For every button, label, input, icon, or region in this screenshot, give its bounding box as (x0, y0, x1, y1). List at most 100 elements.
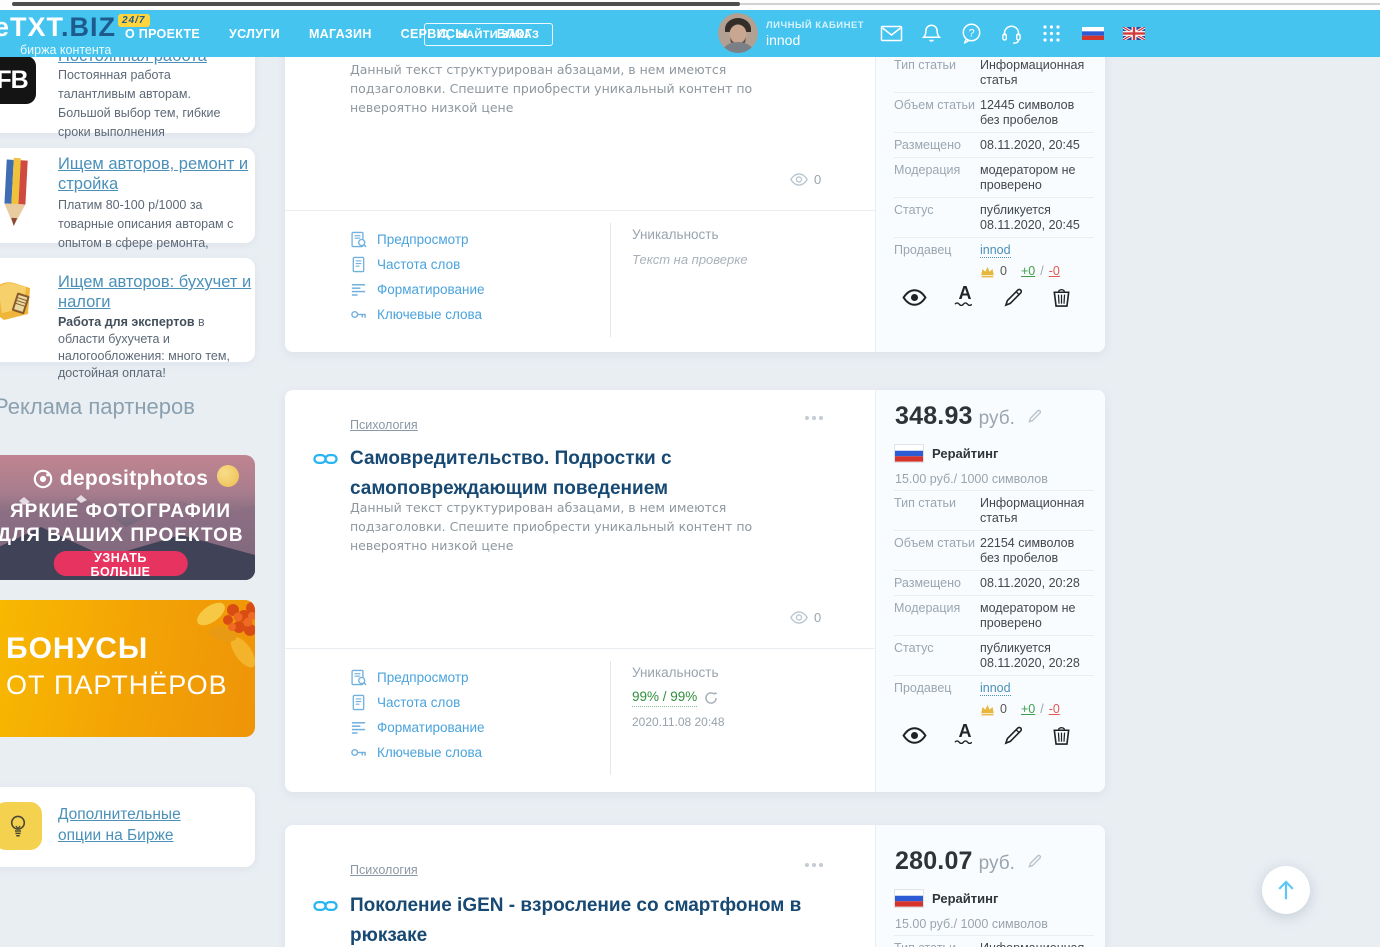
more-menu-icon[interactable] (805, 863, 823, 867)
work-type: Рерайтинг (895, 890, 998, 907)
uniqueness-value[interactable]: 99% / 99% (632, 689, 697, 707)
avatar[interactable] (718, 13, 758, 53)
notifications-bell-icon[interactable] (920, 22, 943, 45)
partner-bonuses-banner[interactable]: БОНУСЫ ОТ ПАРТНЁРОВ (0, 600, 255, 737)
learn-more-button[interactable]: УЗНАТЬ БОЛЬШЕ (53, 551, 188, 576)
word-frequency-button[interactable]: Частота слов (350, 252, 485, 277)
info-row-placed: Размещено08.11.2020, 20:28 (894, 570, 1094, 595)
article-card-3: Психология Поколение iGEN - взросление с… (285, 825, 1105, 947)
word-frequency-button[interactable]: Частота слов (350, 690, 485, 715)
bonus-line2: ОТ ПАРТНЁРОВ (6, 670, 228, 701)
help-question-icon[interactable] (960, 22, 983, 45)
view-article-eye-icon[interactable] (902, 726, 927, 745)
sidebar-ad-accounting-authors[interactable]: Ищем авторов: бухучет и налоги Работа дл… (0, 258, 255, 362)
positive-reviews-link[interactable]: +0 (1021, 702, 1035, 717)
formatting-button[interactable]: Форматирование (350, 277, 485, 302)
delete-trash-icon[interactable] (1051, 287, 1072, 308)
page: eTXT.BIZ24/7 биржа контента О ПРОЕКТЕ УС… (0, 0, 1380, 947)
info-row-status: Статуспубликуется 08.11.2020, 20:45 (894, 197, 1094, 237)
price-block: 348.93 руб. (895, 402, 1042, 431)
price-value: 280.07 (895, 847, 973, 876)
key-icon (350, 306, 367, 323)
article-title[interactable]: Поколение iGEN - взросление со смартфоно… (350, 891, 825, 947)
ledger-books-icon (0, 278, 36, 324)
seller-link[interactable]: innod (980, 243, 1011, 258)
negative-reviews-link[interactable]: -0 (1049, 264, 1060, 279)
lang-ru-flag-icon[interactable] (1082, 27, 1104, 40)
rate-per-1000: 15.00 руб./ 1000 символов (895, 917, 1048, 931)
price-value: 348.93 (895, 402, 973, 431)
category-link[interactable]: Психология (350, 418, 418, 432)
top-scrollbar-track (740, 3, 1380, 5)
account-username[interactable]: innod (766, 32, 800, 48)
ad-text: Постоянная работа талантливым авторам. Б… (58, 58, 243, 142)
price-currency: руб. (979, 408, 1015, 430)
article-actions: A (902, 723, 1072, 747)
ru-flag-icon (895, 445, 923, 462)
article-tools: Предпросмотр Частота слов Форматирование… (350, 227, 485, 327)
delete-trash-icon[interactable] (1051, 725, 1072, 746)
key-icon (350, 744, 367, 761)
keywords-button[interactable]: Ключевые слова (350, 302, 485, 327)
info-row-type: Тип статьиИнформационная статья (894, 936, 1094, 947)
crown-icon (980, 265, 995, 278)
link-chain-icon[interactable] (313, 898, 338, 914)
depositphotos-logo: depositphotos (0, 467, 255, 491)
article-description: Данный текст структурирован абзацами, в … (350, 498, 792, 555)
keywords-button[interactable]: Ключевые слова (350, 740, 485, 765)
preview-button[interactable]: Предпросмотр (350, 665, 485, 690)
more-menu-icon[interactable] (805, 416, 823, 420)
spellcheck-icon[interactable]: A (954, 723, 976, 747)
link-chain-icon[interactable] (313, 451, 338, 467)
preview-button[interactable]: Предпросмотр (350, 227, 485, 252)
edit-pencil-icon[interactable] (1003, 725, 1024, 746)
nav-about[interactable]: О ПРОЕКТЕ (125, 27, 200, 41)
seller-link[interactable]: innod (980, 681, 1011, 696)
camera-icon (33, 469, 53, 489)
formatting-button[interactable]: Форматирование (350, 715, 485, 740)
lightbulb-icon (6, 813, 30, 839)
apps-grid-icon[interactable] (1040, 22, 1063, 45)
info-row-seller: Продавец innod 0 +0 / -0 (894, 237, 1094, 283)
negative-reviews-link[interactable]: -0 (1049, 702, 1060, 717)
refresh-icon[interactable] (704, 691, 718, 705)
account-label: ЛИЧНЫЙ КАБИНЕТ (766, 20, 864, 31)
top-scrollbar-thumb[interactable] (12, 2, 740, 6)
depositphotos-banner[interactable]: depositphotos ЯРКИЕ ФОТОГРАФИИ ДЛЯ ВАШИХ… (0, 455, 255, 580)
top-strip (0, 0, 1380, 10)
edit-price-pencil-icon[interactable] (1027, 409, 1042, 424)
ad-title-link[interactable]: Ищем авторов: бухучет и налоги (58, 272, 255, 312)
extra-options-link[interactable]: Дополнительныеопции на Бирже (58, 804, 181, 846)
ad-title-link[interactable]: Ищем авторов, ремонт и стройка (58, 154, 255, 194)
category-link[interactable]: Психология (350, 863, 418, 877)
partners-ads-heading: Реклама партнеров (0, 394, 195, 420)
format-lines-icon (350, 719, 367, 736)
nav-services[interactable]: УСЛУГИ (229, 27, 280, 41)
uniqueness-date: 2020.11.08 20:48 (632, 715, 725, 729)
positive-reviews-link[interactable]: +0 (1021, 264, 1035, 279)
crown-icon (980, 703, 995, 716)
view-article-eye-icon[interactable] (902, 288, 927, 307)
info-row-status: Статуспубликуется 08.11.2020, 20:28 (894, 635, 1094, 675)
nav-shop[interactable]: МАГАЗИН (309, 27, 372, 41)
format-lines-icon (350, 281, 367, 298)
scroll-to-top-button[interactable] (1262, 866, 1310, 914)
sidebar-ad-repair-authors[interactable]: Ищем авторов, ремонт и стройка Платим 80… (0, 148, 255, 243)
price-block: 280.07 руб. (895, 847, 1042, 876)
header: eTXT.BIZ24/7 биржа контента О ПРОЕКТЕ УС… (0, 10, 1380, 57)
info-row-moderation: Модерациямодератором не проверено (894, 595, 1094, 635)
lang-en-flag-icon[interactable] (1123, 27, 1145, 40)
info-row-placed: Размещено08.11.2020, 20:45 (894, 132, 1094, 157)
edit-price-pencil-icon[interactable] (1027, 854, 1042, 869)
mail-icon[interactable] (880, 22, 903, 45)
article-title[interactable]: Самовредительство. Подростки с самоповре… (350, 444, 825, 504)
document-icon (350, 256, 367, 273)
sidebar-extra-options[interactable]: Дополнительныеопции на Бирже (0, 787, 255, 867)
support-headset-icon[interactable] (1000, 22, 1023, 45)
find-order-button[interactable]: НАЙТИ ЗАКАЗ (424, 23, 553, 46)
bonus-line1: БОНУСЫ (6, 632, 148, 666)
edit-pencil-icon[interactable] (1003, 287, 1024, 308)
spellcheck-icon[interactable]: A (954, 285, 976, 309)
banner-line1: ЯРКИЕ ФОТОГРАФИИ (0, 501, 255, 523)
views-eye-icon (790, 610, 808, 625)
